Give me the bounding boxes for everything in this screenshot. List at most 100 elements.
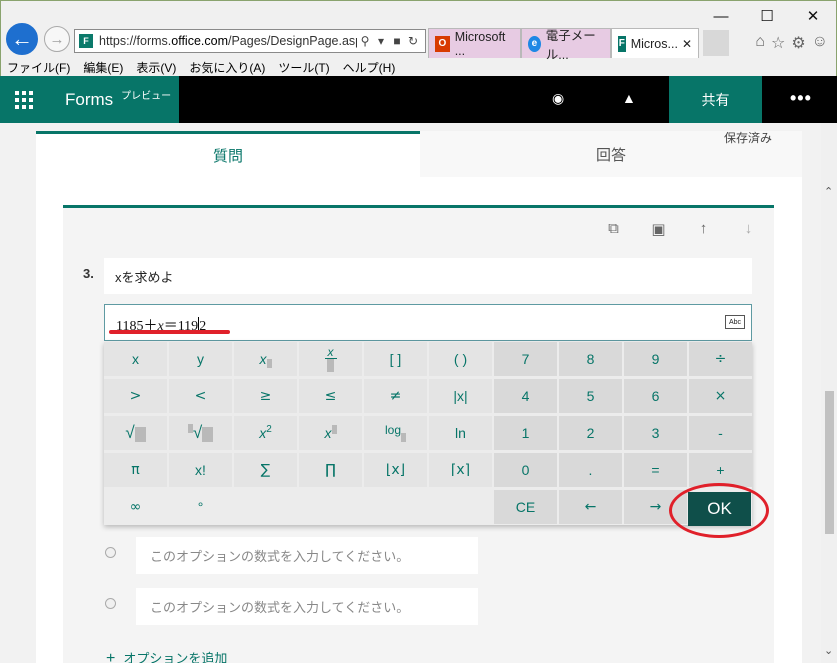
scroll-down-icon[interactable]: ⌄ [824, 644, 833, 657]
key-decimal[interactable]: . [559, 453, 622, 487]
key-9[interactable]: 9 [624, 342, 687, 376]
key-ceiling[interactable]: ⌈x⌉ [429, 453, 492, 487]
key-divide[interactable]: ÷ [689, 342, 752, 376]
smiley-icon[interactable]: ☺ [812, 33, 828, 53]
key-7[interactable]: 7 [494, 342, 557, 376]
forward-button[interactable]: → [44, 26, 70, 52]
preview-eye-icon[interactable]: ◉ [552, 90, 564, 107]
option-radio-1[interactable] [105, 547, 116, 558]
key-square-root[interactable]: √ [104, 416, 167, 450]
maximize-icon[interactable]: ☐ [744, 1, 790, 31]
key-4[interactable]: 4 [494, 379, 557, 413]
key-ln[interactable]: ln [429, 416, 492, 450]
key-pi[interactable]: π [104, 453, 167, 487]
delete-icon[interactable]: ▣ [636, 220, 681, 238]
close-icon[interactable]: ✕ [790, 1, 836, 31]
tab-mail[interactable]: e 電子メール... [521, 28, 611, 62]
forms-icon: F [618, 35, 626, 52]
key-3[interactable]: 3 [624, 416, 687, 450]
key-0[interactable]: 0 [494, 453, 557, 487]
key-power[interactable]: x2 [234, 416, 297, 450]
question-title-input[interactable]: xを求めよ [104, 258, 752, 294]
key-cursor-left[interactable]: ← [559, 490, 622, 524]
option-input-2[interactable]: このオプションの数式を入力してください。 [136, 588, 478, 625]
saved-status: 保存済み [723, 131, 772, 145]
key-2[interactable]: 2 [559, 416, 622, 450]
key-x[interactable]: x [104, 342, 167, 376]
scroll-up-icon[interactable]: ⌃ [824, 185, 833, 198]
red-underline-annotation [109, 330, 230, 334]
menu-view[interactable]: 表示(V) [136, 59, 176, 76]
toolbar-icons: ⌂ ☆ ⚙ ☺ [755, 33, 828, 53]
math-answer-input[interactable]: 1185＋x＝1192 Abc [104, 304, 752, 341]
option-input-1[interactable]: このオプションの数式を入力してください。 [136, 537, 478, 574]
key-sum[interactable]: ∑ [234, 453, 297, 487]
key-degree[interactable]: ° [169, 490, 232, 524]
key-not-equal[interactable]: ≠ [364, 379, 427, 413]
key-equals[interactable]: = [624, 453, 687, 487]
key-multiply[interactable]: × [689, 379, 752, 413]
close-tab-icon[interactable]: ✕ [682, 37, 692, 51]
back-button[interactable]: ← [6, 23, 38, 55]
key-less-than[interactable]: < [169, 379, 232, 413]
key-y[interactable]: y [169, 342, 232, 376]
key-factorial[interactable]: x! [169, 453, 232, 487]
key-product[interactable]: ∏ [299, 453, 362, 487]
app-brand[interactable]: Forms プレビュー [47, 76, 179, 123]
menu-help[interactable]: ヘルプ(H) [343, 59, 396, 76]
key-infinity[interactable]: ∞ [104, 490, 167, 524]
content-area: 質問 回答 保存済み ⧉ ▣ ↑ ↓ 3. xを求めよ 1185＋x＝1192 … [0, 123, 821, 663]
menu-favorites[interactable]: お気に入り(A) [189, 59, 265, 76]
menu-tools[interactable]: ツール(T) [278, 59, 329, 76]
lock-icon[interactable]: ■ [389, 34, 405, 48]
vertical-scrollbar[interactable]: ⌃ ⌄ [821, 123, 837, 663]
key-fraction[interactable]: x [299, 342, 362, 376]
option-radio-2[interactable] [105, 598, 116, 609]
key-plus[interactable]: + [689, 453, 752, 487]
key-absolute[interactable]: |x| [429, 379, 492, 413]
address-bar[interactable]: F https://forms.office.com/Pages/DesignP… [74, 29, 426, 53]
math-keypad: x y x x [ ] ( ) 7 8 9 ÷ > < ≥ ≤ ≠ |x| 4 … [104, 342, 752, 526]
tab-forms[interactable]: F Micros... ✕ [611, 28, 699, 58]
tab-questions[interactable]: 質問 [36, 131, 420, 177]
url-text[interactable]: https://forms.office.com/Pages/DesignPag… [99, 34, 357, 48]
key-greater-than[interactable]: > [104, 379, 167, 413]
minimize-icon[interactable]: — [698, 1, 744, 31]
theme-brush-icon[interactable]: ▲ [622, 90, 636, 106]
home-icon[interactable]: ⌂ [755, 33, 765, 53]
key-floor[interactable]: ⌊x⌋ [364, 453, 427, 487]
app-launcher-button[interactable] [0, 76, 47, 123]
scroll-thumb[interactable] [825, 391, 834, 534]
settings-gear-icon[interactable]: ⚙ [791, 33, 805, 53]
key-8[interactable]: 8 [559, 342, 622, 376]
copy-icon[interactable]: ⧉ [591, 220, 636, 238]
key-nth-root[interactable]: √ [169, 416, 232, 450]
add-option-button[interactable]: + オプションを追加 [106, 648, 227, 663]
refresh-icon[interactable]: ↻ [405, 34, 421, 48]
tab-office[interactable]: O Microsoft ... [428, 28, 521, 58]
favorites-star-icon[interactable]: ☆ [771, 33, 785, 53]
more-options-icon[interactable]: ••• [790, 88, 812, 109]
key-subscript[interactable]: x [234, 342, 297, 376]
key-log[interactable]: log [364, 416, 427, 450]
new-tab-button[interactable] [703, 30, 729, 56]
key-less-equal[interactable]: ≤ [299, 379, 362, 413]
key-clear-entry[interactable]: CE [494, 490, 557, 524]
key-6[interactable]: 6 [624, 379, 687, 413]
move-up-icon[interactable]: ↑ [681, 220, 726, 238]
share-button[interactable]: 共有 [669, 76, 762, 123]
key-exponent[interactable]: x [299, 416, 362, 450]
key-greater-equal[interactable]: ≥ [234, 379, 297, 413]
key-brackets[interactable]: [ ] [364, 342, 427, 376]
text-mode-toggle[interactable]: Abc [725, 315, 745, 329]
move-down-icon[interactable]: ↓ [726, 220, 771, 238]
key-5[interactable]: 5 [559, 379, 622, 413]
key-minus[interactable]: - [689, 416, 752, 450]
plus-icon: + [106, 650, 116, 663]
menu-edit[interactable]: 編集(E) [83, 59, 123, 76]
key-parentheses[interactable]: ( ) [429, 342, 492, 376]
menu-file[interactable]: ファイル(F) [7, 59, 70, 76]
search-icon[interactable]: ⚲ [357, 34, 373, 48]
key-1[interactable]: 1 [494, 416, 557, 450]
dropdown-icon[interactable]: ▾ [373, 34, 389, 48]
